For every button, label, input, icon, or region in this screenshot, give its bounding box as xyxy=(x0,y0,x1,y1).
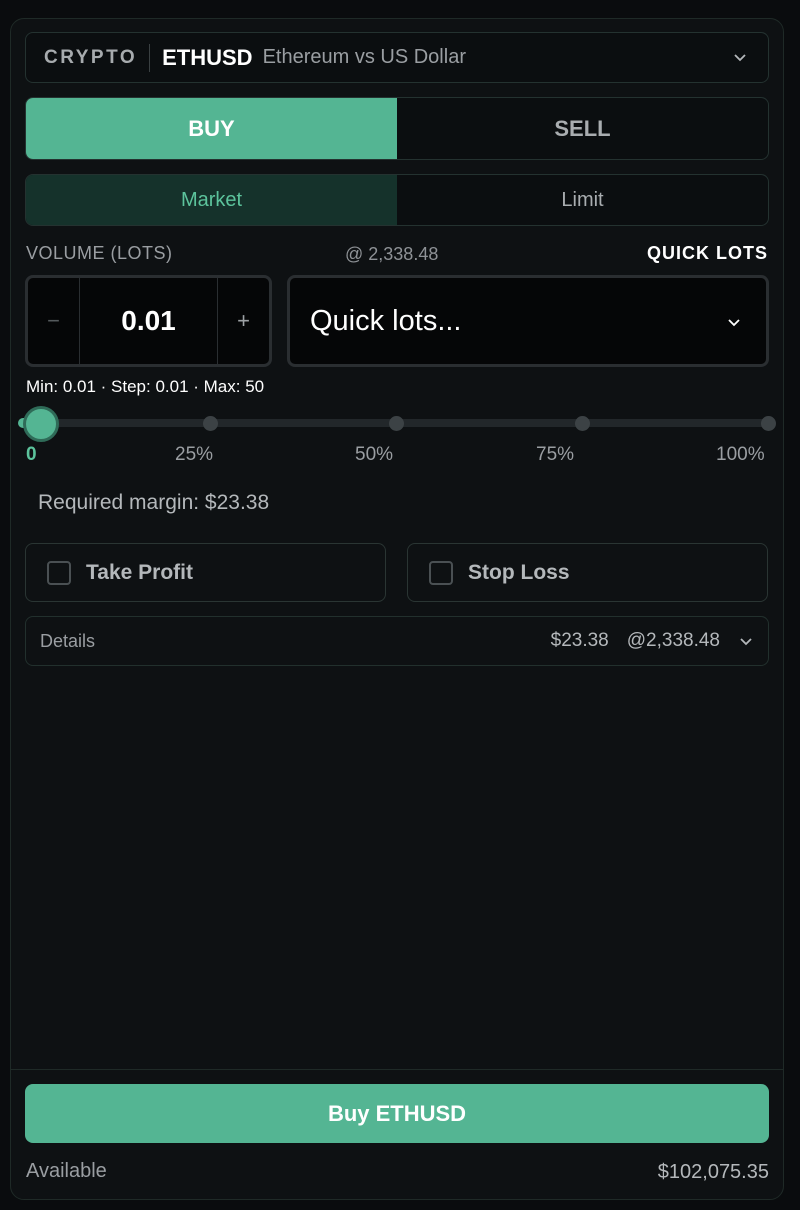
slider-stop-50[interactable] xyxy=(389,416,404,431)
details-amount: $23.38 xyxy=(550,630,609,651)
volume-slider-thumb[interactable] xyxy=(23,406,59,442)
footer-divider xyxy=(11,1069,783,1070)
slider-tick-0: 0 xyxy=(26,444,37,465)
current-price: @ 2,338.48 xyxy=(345,244,439,264)
sell-tab[interactable]: SELL xyxy=(397,98,768,159)
order-type-toggle: Market Limit xyxy=(25,174,769,226)
volume-label: VOLUME (LOTS) xyxy=(26,243,173,263)
stop-loss-toggle[interactable]: Stop Loss xyxy=(407,543,768,602)
slider-tick-50: 50% xyxy=(355,444,394,465)
take-profit-checkbox[interactable] xyxy=(47,560,71,585)
symbol-description: Ethereum vs US Dollar xyxy=(262,46,466,68)
stop-loss-label: Stop Loss xyxy=(468,560,570,584)
quick-lots-select[interactable]: Quick lots... xyxy=(287,275,769,367)
limit-tab[interactable]: Limit xyxy=(397,175,768,225)
side-toggle: BUY SELL xyxy=(25,97,769,160)
slider-stop-100[interactable] xyxy=(761,416,776,431)
divider xyxy=(149,43,151,72)
volume-stepper: − 0.01 + xyxy=(25,275,272,367)
slider-stop-25[interactable] xyxy=(203,416,218,431)
stop-loss-checkbox[interactable] xyxy=(429,560,453,585)
chevron-down-icon xyxy=(728,319,740,327)
volume-input[interactable]: 0.01 xyxy=(80,278,217,364)
chevron-down-icon xyxy=(734,54,746,62)
details-price: @2,338.48 xyxy=(626,630,720,651)
increment-button[interactable]: + xyxy=(217,278,269,364)
details-expander[interactable]: Details $23.38 @2,338.48 xyxy=(25,616,769,666)
slider-tick-100: 100% xyxy=(716,444,765,465)
take-profit-toggle[interactable]: Take Profit xyxy=(25,543,386,602)
quick-lots-placeholder: Quick lots... xyxy=(310,304,462,337)
decrement-button[interactable]: − xyxy=(28,278,80,364)
buy-submit-button[interactable]: Buy ETHUSD xyxy=(25,1084,769,1143)
symbol-ticker: ETHUSD xyxy=(162,44,253,70)
available-label: Available xyxy=(26,1160,107,1182)
volume-limits: Min: 0.01 · Step: 0.01 · Max: 50 xyxy=(26,377,265,396)
slider-tick-75: 75% xyxy=(536,444,575,465)
symbol-selector[interactable]: CRYPTO ETHUSD Ethereum vs US Dollar xyxy=(25,32,769,83)
market-tab[interactable]: Market xyxy=(26,175,397,225)
buy-tab[interactable]: BUY xyxy=(26,98,397,159)
symbol-category: CRYPTO xyxy=(44,46,138,68)
slider-tick-25: 25% xyxy=(175,444,214,465)
chevron-down-icon xyxy=(740,638,752,646)
available-value: $102,075.35 xyxy=(657,1161,769,1183)
required-margin: Required margin: $23.38 xyxy=(38,491,270,514)
slider-stop-75[interactable] xyxy=(575,416,590,431)
quick-lots-label: QUICK LOTS xyxy=(647,243,768,263)
details-label: Details xyxy=(40,630,96,651)
take-profit-label: Take Profit xyxy=(86,560,193,584)
